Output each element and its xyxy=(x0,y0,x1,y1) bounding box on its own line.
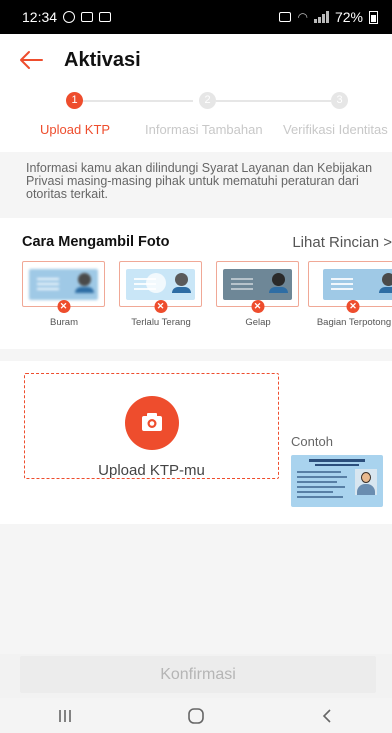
error-x-icon: ✕ xyxy=(346,300,360,313)
sample-card-header xyxy=(309,459,365,462)
app-bar: Aktivasi xyxy=(0,34,392,86)
wifi-icon: ◠ xyxy=(297,10,308,24)
step-3-indicator: 3 xyxy=(331,92,348,109)
progress-stepper: 1 2 3 Upload KTP Informasi Tambahan Veri… xyxy=(0,86,392,144)
home-icon[interactable] xyxy=(176,701,216,731)
back-icon[interactable] xyxy=(307,701,347,731)
example-card-dark: ✕ xyxy=(216,261,299,313)
id-card-icon xyxy=(126,269,195,300)
example-card-blurry: ✕ xyxy=(22,261,105,313)
notification-icon xyxy=(99,12,112,22)
step-connector xyxy=(83,100,193,102)
howto-header: Cara Mengambil Foto Lihat Rincian > xyxy=(0,231,392,253)
example-card-too-bright: ✕ xyxy=(119,261,202,313)
photo-examples: ✕ Buram ✕ Terlalu Terang ✕ Gelap ✕ Bagia… xyxy=(22,261,392,331)
step-2-indicator: 2 xyxy=(199,92,216,109)
gallery-icon xyxy=(81,12,94,22)
signal-icon xyxy=(313,11,329,23)
id-card-icon xyxy=(29,269,98,300)
status-time: 12:34 xyxy=(22,9,58,25)
camera-icon[interactable] xyxy=(125,396,179,450)
error-x-icon: ✕ xyxy=(57,300,70,313)
example-label: Bagian Terpotong xyxy=(316,317,392,328)
step-1-label: Upload KTP xyxy=(40,122,111,137)
sample-card-subheader xyxy=(315,464,359,466)
alarm-icon xyxy=(279,12,292,22)
section-divider xyxy=(0,349,392,361)
sample-ktp-image xyxy=(291,455,383,507)
system-nav-bar xyxy=(0,698,392,733)
arrow-left-icon[interactable] xyxy=(18,48,48,72)
error-x-icon: ✕ xyxy=(251,300,264,313)
sample-label: Contoh xyxy=(291,434,333,449)
upload-label: Upload KTP-mu xyxy=(98,462,205,479)
whatsapp-icon xyxy=(63,11,76,23)
howto-title: Cara Mengambil Foto xyxy=(22,234,170,250)
battery-level: 72% xyxy=(334,9,363,25)
step-3-label: Verifikasi Identitas xyxy=(283,122,388,137)
example-label: Terlalu Terang xyxy=(131,317,191,328)
step-1-indicator: 1 xyxy=(66,92,83,109)
example-label: Gelap xyxy=(245,317,271,328)
example-label: Buram xyxy=(50,317,78,328)
privacy-info-text: Informasi kamu akan dilindungi Syarat La… xyxy=(26,161,373,201)
recent-apps-icon[interactable] xyxy=(45,701,85,731)
id-card-icon xyxy=(323,269,392,300)
details-link[interactable]: Lihat Rincian > xyxy=(292,234,392,251)
page-title: Aktivasi xyxy=(64,48,141,71)
confirm-button[interactable]: Konfirmasi xyxy=(20,656,376,693)
battery-icon xyxy=(369,10,378,24)
empty-content-area xyxy=(0,524,392,654)
status-bar: 12:34 ◠ 72% xyxy=(0,0,392,34)
step-connector xyxy=(216,100,331,102)
id-card-icon xyxy=(223,269,292,300)
step-2-label: Informasi Tambahan xyxy=(145,122,263,137)
error-x-icon: ✕ xyxy=(154,300,167,313)
example-card-cropped: ✕ xyxy=(308,261,392,313)
